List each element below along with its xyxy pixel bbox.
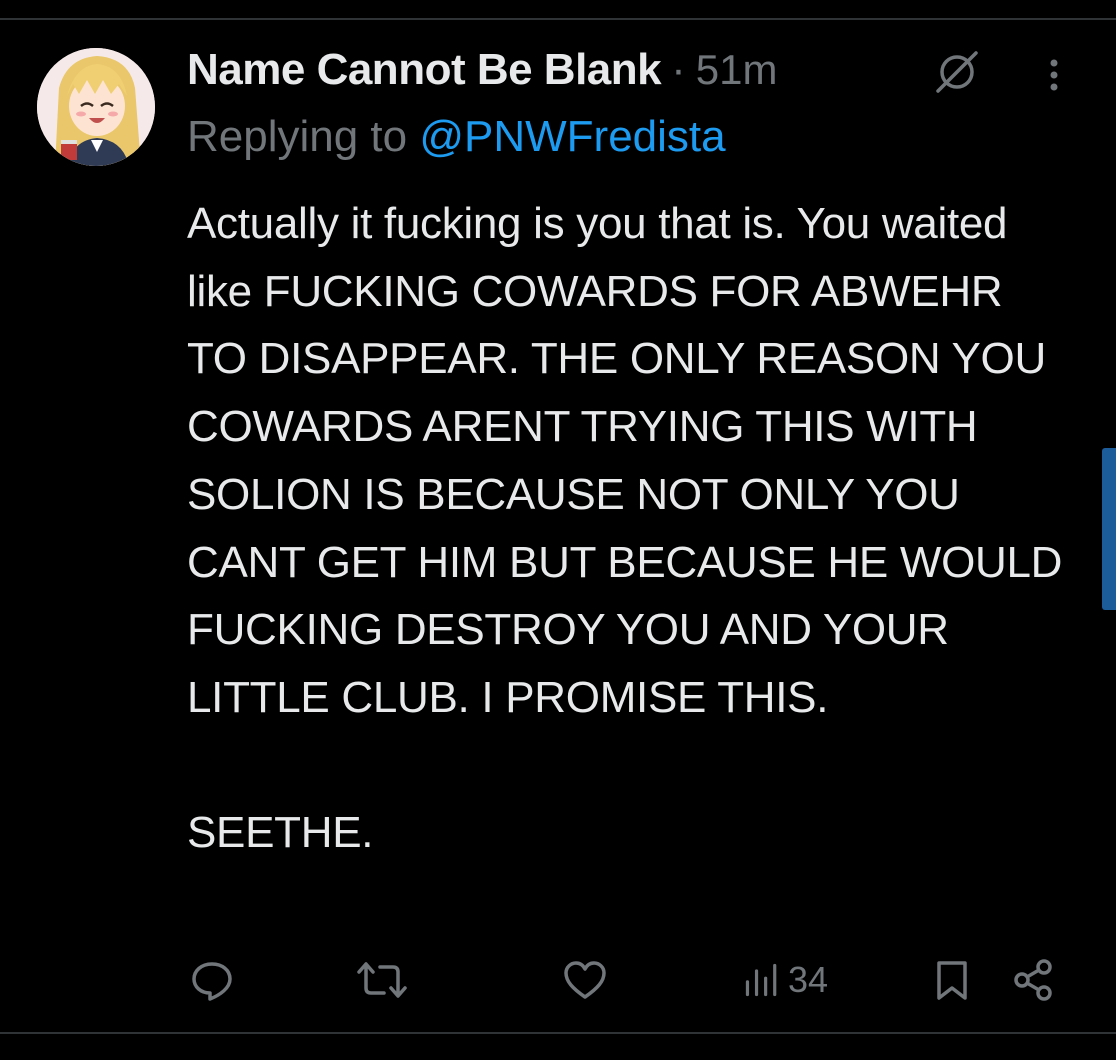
timestamp[interactable]: 51m [696,46,778,94]
reply-icon [192,962,232,1001]
views-button[interactable]: 34 [742,955,828,1005]
avatar[interactable] [37,48,155,166]
more-icon[interactable] [1034,54,1074,94]
share-button[interactable] [1012,955,1056,1005]
replying-prefix: Replying to [187,112,420,161]
like-button[interactable] [562,955,608,1005]
heart-icon [564,961,606,999]
author-name[interactable]: Name Cannot Be Blank [187,45,662,95]
bookmark-icon [937,961,967,1000]
analytics-icon [745,963,777,997]
repost-icon [357,962,407,998]
grok-icon[interactable] [932,47,982,97]
replying-to: Replying to @PNWFredista [187,112,726,162]
bookmark-button[interactable] [930,955,974,1005]
top-divider [0,18,1116,20]
reply-button[interactable] [190,955,234,1005]
views-count: 34 [788,959,829,1000]
replying-handle-link[interactable]: @PNWFredista [419,112,725,161]
avatar-image [37,48,155,166]
tweet-header: Name Cannot Be Blank · 51m [187,42,777,98]
bottom-divider [0,1032,1116,1034]
scrollbar-thumb[interactable] [1102,448,1116,610]
share-icon [1014,959,1052,1001]
tweet-text: Actually it fucking is you that is. You … [187,199,1063,858]
header-separator: · [671,45,686,94]
repost-button[interactable] [356,955,408,1005]
